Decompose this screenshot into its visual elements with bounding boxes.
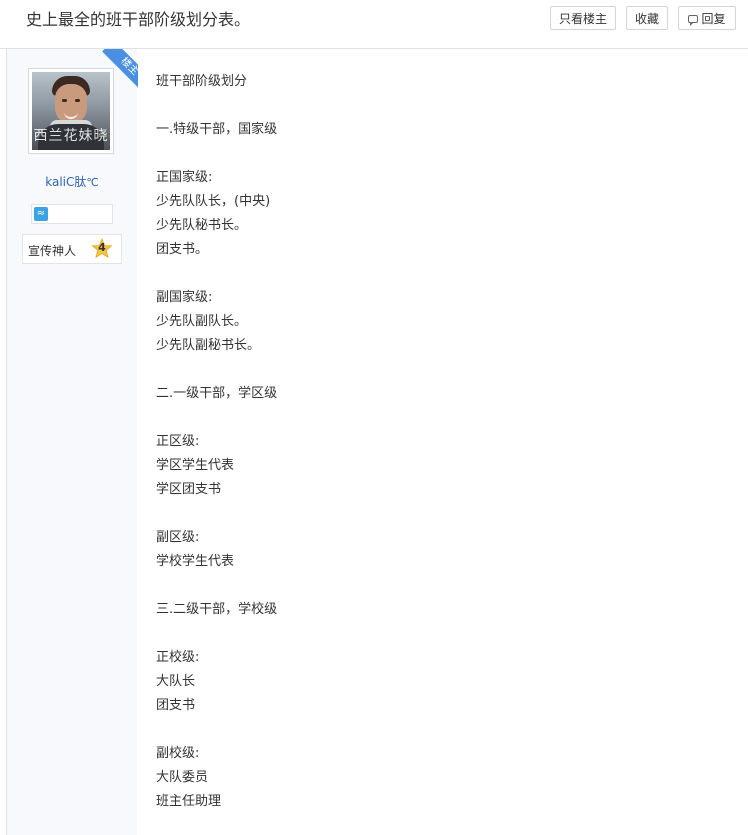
post-line: 团支书 [156, 698, 196, 713]
post-line: 二.一级干部，学区级 [156, 386, 278, 401]
only-op-button[interactable]: 只看楼主 [550, 6, 616, 30]
reply-label: 回复 [701, 12, 726, 26]
post-line: 三.二级干部，学校级 [156, 602, 278, 617]
post-line: 班主任助理 [156, 794, 222, 809]
reply-icon [688, 15, 699, 26]
thread-title: 史上最全的班干部阶级划分表。 [26, 10, 251, 29]
post-line: 少先队秘书长。 [156, 218, 248, 233]
avatar-image[interactable]: 西兰花妹晓 [32, 72, 110, 150]
level-name: 宣传神人 [28, 244, 77, 258]
post-line: 班干部阶级划分 [156, 74, 248, 89]
post-line: 副国家级: [156, 290, 213, 305]
avatar-watermark: 西兰花妹晓 [33, 128, 109, 144]
reply-button[interactable]: 回复 [678, 6, 736, 30]
username-suffix: ℃ [86, 176, 99, 189]
post-line: 少先队副秘书长。 [156, 338, 261, 353]
post-line: 学区团支书 [156, 482, 222, 497]
post-line: 学区学生代表 [156, 458, 235, 473]
post-line: 少先队队长，(中央) [156, 194, 271, 209]
post-line: 正区级: [156, 434, 200, 449]
thread-header: 史上最全的班干部阶级划分表。 只看楼主 收藏 回复 [0, 0, 748, 49]
username-link[interactable]: kaliC肽℃ [7, 173, 137, 190]
post-line: 正国家级: [156, 170, 213, 185]
favorite-button[interactable]: 收藏 [626, 6, 668, 30]
post-line: 少先队副队长。 [156, 314, 248, 329]
post-line: 副区级: [156, 530, 200, 545]
member-badge-bar[interactable]: ≈ [31, 204, 113, 224]
wave-icon[interactable]: ≈ [34, 207, 48, 221]
username-text[interactable]: kaliC肽 [45, 175, 86, 189]
post-line: 一.特级干部，国家级 [156, 122, 278, 137]
post-line: 副校级: [156, 746, 200, 761]
level-badge[interactable]: 宣传神人 4 [22, 234, 122, 264]
post-line: 正校级: [156, 650, 200, 665]
level-number: 4 [98, 241, 106, 254]
post-line: 团支书。 [156, 242, 209, 257]
post-line: 大队委员 [156, 770, 209, 785]
post-line: 学校学生代表 [156, 554, 235, 569]
post-content: 班干部阶级划分一.特级干部，国家级 正国家级: 少先队队长，(中央) 少先队秘书长。团… [156, 70, 716, 814]
post-line: 大队长 [156, 674, 196, 689]
author-sidebar [7, 49, 137, 835]
star-icon: 4 [91, 238, 113, 260]
avatar[interactable]: 西兰花妹晓 [28, 68, 114, 154]
